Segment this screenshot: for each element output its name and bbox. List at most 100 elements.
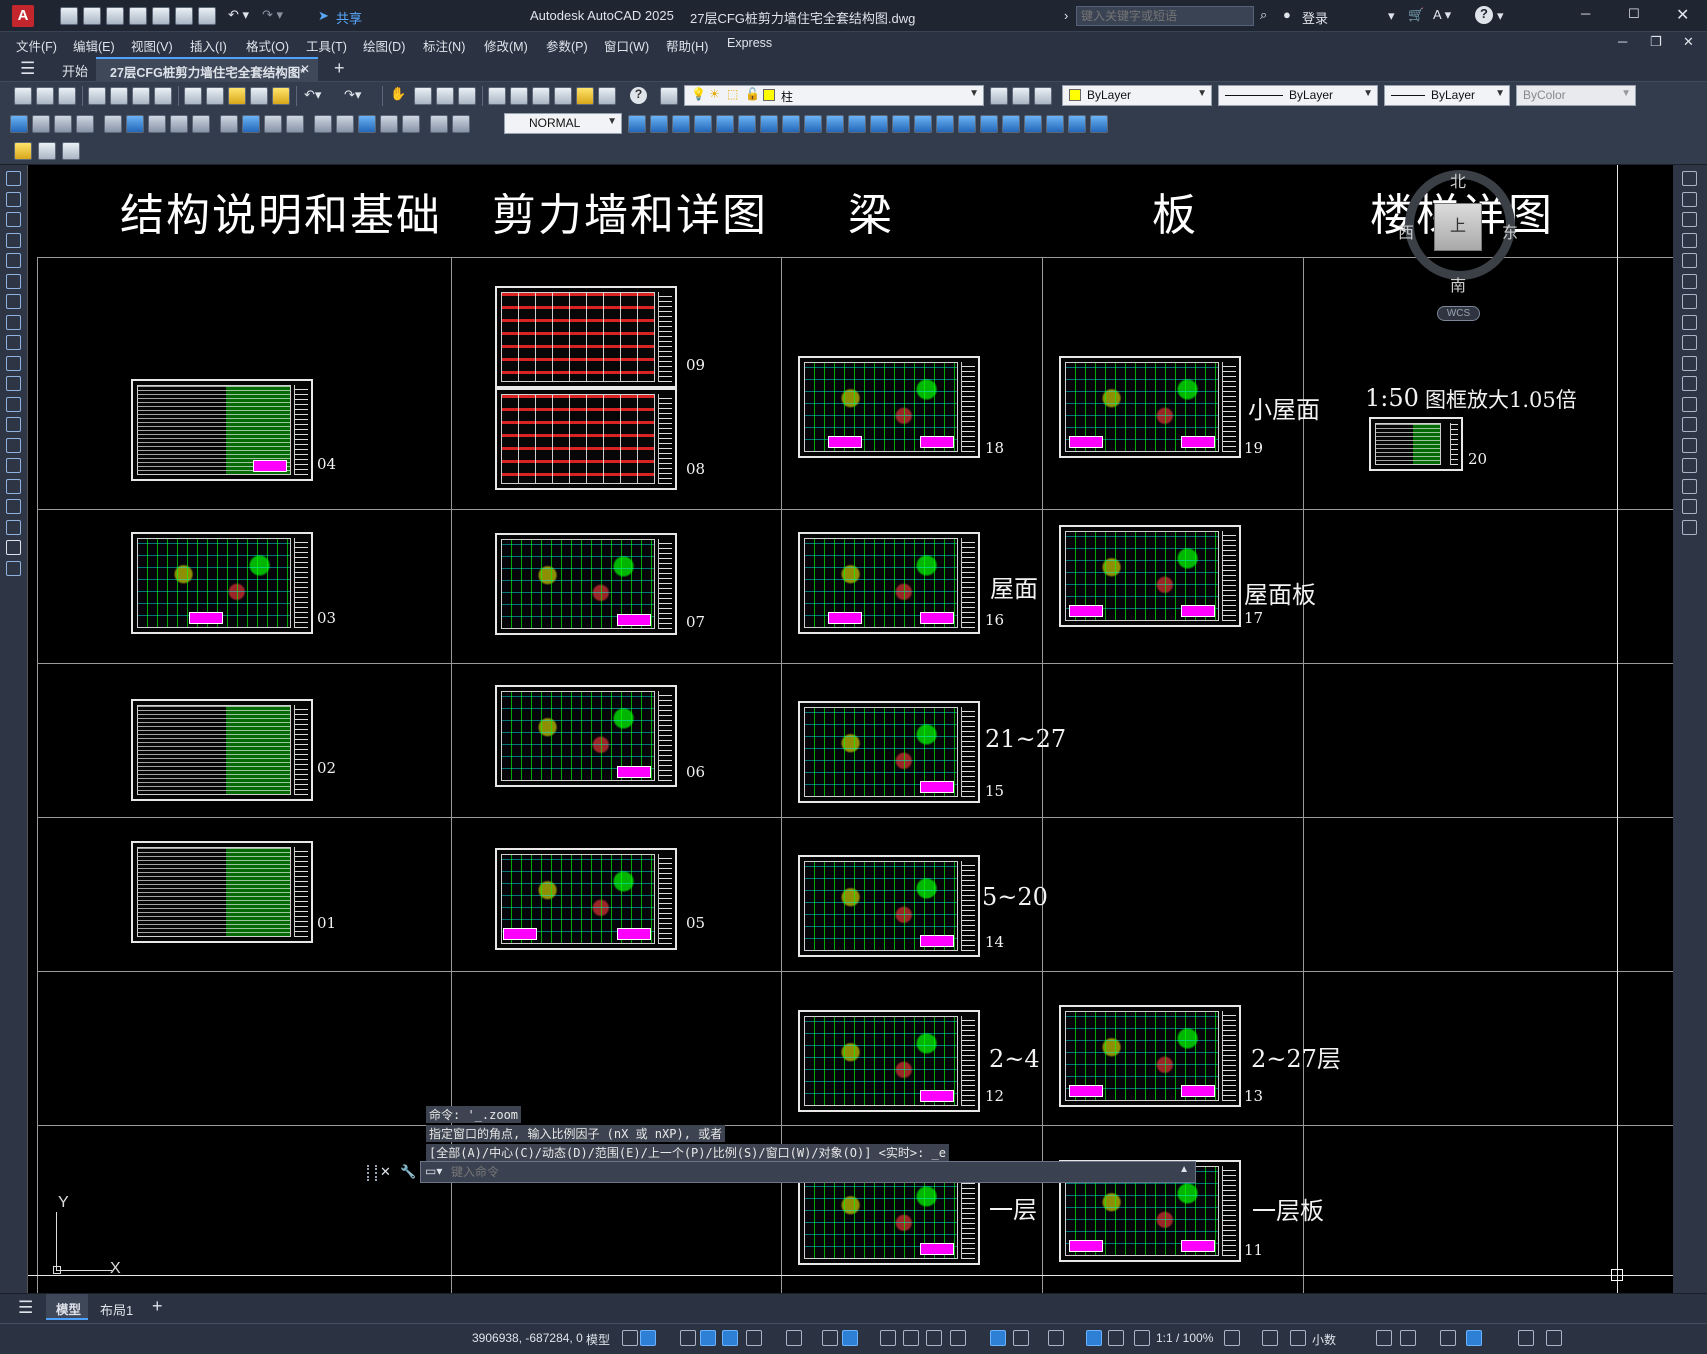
command-close-icon[interactable]: ✕: [380, 1164, 391, 1180]
chamfer-icon[interactable]: [936, 115, 954, 133]
chevron-down-icon[interactable]: ▼: [969, 88, 979, 99]
tb-properties-icon[interactable]: [488, 87, 506, 105]
gradient-icon[interactable]: [6, 478, 21, 494]
tab-active-file[interactable]: 27层CFG桩剪力墙住宅全套结构图* ✕: [96, 57, 318, 82]
tolerance-icon[interactable]: [314, 115, 332, 133]
menu-item-5[interactable]: 工具(T): [306, 36, 347, 55]
lock-ui-icon[interactable]: [1400, 1330, 1416, 1346]
rb-stretch-icon[interactable]: [1682, 335, 1697, 350]
tb-paste-icon[interactable]: [228, 87, 246, 105]
app-logo-icon[interactable]: A: [12, 5, 34, 27]
rb-move-icon[interactable]: [1682, 273, 1697, 289]
status-units[interactable]: 小数: [1312, 1331, 1336, 1348]
3d-osnap-icon[interactable]: [950, 1330, 966, 1346]
tb-pan-icon[interactable]: ✋: [390, 86, 406, 102]
sheet-thumbnail-02[interactable]: [131, 699, 313, 801]
dim-arc-icon[interactable]: [54, 115, 72, 133]
sheet-thumbnail-16[interactable]: [798, 532, 980, 634]
close-icon[interactable]: ✕: [1676, 5, 1689, 25]
sheet-thumbnail-13[interactable]: [1059, 1005, 1241, 1107]
minimize-icon[interactable]: ─: [1581, 6, 1590, 21]
ellipse-icon[interactable]: [6, 355, 21, 371]
menu-item-1[interactable]: 编辑(E): [73, 36, 115, 55]
dim-diameter-icon[interactable]: [148, 115, 166, 133]
ortho-icon[interactable]: [722, 1330, 738, 1346]
tb-zoom-realtime-icon[interactable]: [414, 87, 432, 105]
redo-icon[interactable]: ↷ ▾: [262, 7, 283, 23]
save-icon[interactable]: [106, 7, 124, 25]
grid-icon[interactable]: [622, 1330, 638, 1346]
rb-extend-icon[interactable]: [1682, 376, 1697, 391]
maximize-icon[interactable]: ☐: [1628, 6, 1640, 22]
dynamic-input-icon[interactable]: [700, 1330, 716, 1346]
rb-blend-curves-icon[interactable]: [1682, 499, 1697, 514]
join-icon[interactable]: [914, 115, 932, 133]
tb-zoom-window-icon[interactable]: [436, 87, 454, 105]
tb-publish-icon[interactable]: [132, 87, 150, 105]
rotate-icon[interactable]: [760, 115, 778, 133]
tb-cut-icon[interactable]: [184, 87, 202, 105]
lineweight-icon[interactable]: [880, 1330, 896, 1346]
rb-copy-object-icon[interactable]: [1682, 191, 1697, 207]
tb-make-current-icon[interactable]: [990, 87, 1008, 105]
rb-rotate-icon[interactable]: [1682, 294, 1697, 309]
group-icon[interactable]: [1090, 115, 1108, 133]
command-recent-icon[interactable]: ▲: [1179, 1164, 1189, 1175]
rb-offset-icon[interactable]: [1682, 232, 1697, 248]
tb-markup-icon[interactable]: [576, 87, 594, 105]
tab-layout1[interactable]: 布局1: [100, 1300, 133, 1319]
color-dropdown[interactable]: ByLayer ▼: [1062, 85, 1212, 106]
extend-icon[interactable]: [848, 115, 866, 133]
sheet-thumbnail-15[interactable]: [798, 701, 980, 803]
dim-quick-icon[interactable]: [192, 115, 210, 133]
ellipse-arc-icon[interactable]: [6, 376, 21, 391]
autodesk-app-icon[interactable]: A ▾: [1433, 7, 1451, 23]
arc-icon[interactable]: [6, 273, 21, 289]
menu-item-11[interactable]: 帮助(H): [666, 36, 708, 55]
viewcube-north[interactable]: 北: [1450, 168, 1466, 192]
rb-join-icon[interactable]: [1682, 437, 1697, 453]
menu-item-7[interactable]: 标注(N): [423, 36, 465, 55]
rb-array-icon[interactable]: [1682, 253, 1697, 268]
tb-layer-states-icon[interactable]: [1034, 87, 1052, 105]
login-button[interactable]: 登录: [1302, 8, 1328, 27]
layer-dropdown[interactable]: 💡 ☀ ⬚ 🔓 柱 ▼: [684, 85, 984, 106]
sheet-thumbnail-18[interactable]: [798, 356, 980, 458]
mirror-icon[interactable]: [672, 115, 690, 133]
tb-extra2-icon[interactable]: [38, 142, 56, 160]
circle-icon[interactable]: [6, 294, 21, 309]
share-button[interactable]: 共享: [336, 8, 362, 27]
object-snap-tracking-icon[interactable]: [822, 1330, 838, 1346]
dim-aligned-icon[interactable]: [32, 115, 50, 133]
snap-mode-icon[interactable]: [640, 1330, 656, 1346]
search-icon[interactable]: ⌕: [1260, 7, 1267, 23]
rb-break-at-point-icon[interactable]: [1682, 396, 1697, 412]
mtext-icon[interactable]: [6, 540, 21, 555]
menu-item-8[interactable]: 修改(M): [484, 36, 528, 55]
command-customize-icon[interactable]: 🔧: [400, 1164, 416, 1180]
rb-erase-icon[interactable]: [1682, 171, 1697, 186]
menu-item-2[interactable]: 视图(V): [131, 36, 173, 55]
spline-icon[interactable]: [6, 335, 21, 350]
polygon-icon[interactable]: [6, 232, 21, 248]
draworder-icon[interactable]: [1024, 115, 1042, 133]
tb-match-prop-icon[interactable]: [250, 87, 268, 105]
rb-break-icon[interactable]: [1682, 417, 1697, 432]
viewcube-top-face[interactable]: 上: [1434, 203, 1482, 251]
tab-model[interactable]: 模型: [46, 1294, 88, 1320]
customization-icon[interactable]: [1546, 1330, 1562, 1346]
selection-cycling-icon[interactable]: [926, 1330, 942, 1346]
menu-item-12[interactable]: Express: [727, 36, 772, 50]
menu-item-4[interactable]: 格式(O): [246, 36, 289, 55]
tb-design-center-icon[interactable]: [510, 87, 528, 105]
tb-copy-icon[interactable]: [206, 87, 224, 105]
tb-save-icon[interactable]: [58, 87, 76, 105]
new-file-icon[interactable]: [60, 7, 78, 25]
layer-sun-icon[interactable]: ☀: [709, 87, 720, 101]
tb-extra3-icon[interactable]: [62, 142, 80, 160]
dim-linear-icon[interactable]: [10, 115, 28, 133]
drawing-canvas[interactable]: 结构说明和基础 剪力墙和详图 梁 板 楼梯详图 04 03 02 01 09 0…: [27, 165, 1673, 1293]
dim-edit-icon[interactable]: [402, 115, 420, 133]
sheet-thumbnail-17[interactable]: [1059, 525, 1241, 627]
annotation-monitor-plus-icon[interactable]: [1262, 1330, 1278, 1346]
